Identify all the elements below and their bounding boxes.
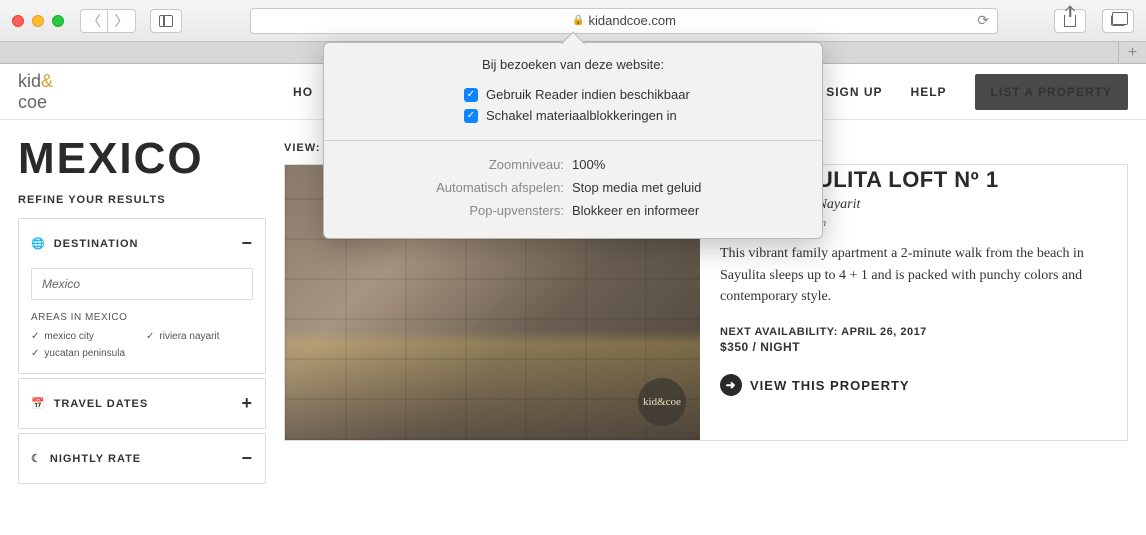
popup-row[interactable]: Pop-upvensters: Blokkeer en informeer <box>324 199 822 222</box>
destination-input[interactable] <box>31 268 253 300</box>
filter-travel-dates-label: TRAVEL DATES <box>54 398 149 410</box>
filter-nightly-rate-label: NIGHTLY RATE <box>50 453 141 465</box>
check-icon: ✓ <box>31 348 39 359</box>
lock-icon: 🔒 <box>572 15 584 26</box>
areas-label: AREAS IN MEXICO <box>31 312 253 323</box>
view-property-label: VIEW THIS PROPERTY <box>750 378 910 393</box>
globe-icon: 🌐 <box>31 237 46 250</box>
collapse-icon: − <box>241 233 253 254</box>
area-yucatan-peninsula[interactable]: ✓ yucatan peninsula <box>31 348 138 359</box>
zoom-label: Zoomniveau: <box>324 157 572 172</box>
reader-checkbox-row[interactable]: ✓ Gebruik Reader indien beschikbaar <box>464 84 822 105</box>
calendar-icon: 📅 <box>31 397 46 410</box>
window-controls <box>12 15 64 27</box>
autoplay-label: Automatisch afspelen: <box>324 180 572 195</box>
area-label: riviera nayarit <box>159 331 219 342</box>
logo-ampersand: & <box>41 71 53 91</box>
share-button[interactable] <box>1054 9 1086 33</box>
list-property-button[interactable]: LIST A PROPERTY <box>975 74 1128 110</box>
filter-destination-label: DESTINATION <box>54 238 139 250</box>
close-window-button[interactable] <box>12 15 24 27</box>
areas-grid: ✓ mexico city ✓ riviera nayarit ✓ yucatan p… <box>31 331 253 359</box>
check-icon: ✓ <box>146 331 154 342</box>
content-blockers-checkbox-label: Schakel materiaalblokkeringen in <box>486 108 677 123</box>
filters-sidebar: MEXICO REFINE YOUR RESULTS 🌐 DESTINATION… <box>18 120 266 488</box>
nav-help[interactable]: HELP <box>911 85 947 99</box>
property-price: $350 / NIGHT <box>720 340 1107 354</box>
property-description: This vibrant family apartment a 2-minute… <box>720 243 1107 308</box>
filter-travel-dates: 📅 TRAVEL DATES + <box>18 378 266 429</box>
logo-part-a: kid <box>18 71 41 91</box>
view-property-link[interactable]: ➜ VIEW THIS PROPERTY <box>720 374 1107 396</box>
forward-button[interactable]: 〉 <box>108 9 136 33</box>
zoom-window-button[interactable] <box>52 15 64 27</box>
content-blockers-checkbox-row[interactable]: ✓ Schakel materiaalblokkeringen in <box>464 105 822 126</box>
website-settings-popover: Bij bezoeken van deze website: ✓ Gebruik… <box>323 42 823 239</box>
minimize-window-button[interactable] <box>32 15 44 27</box>
main-nav: HO <box>293 85 313 99</box>
tabs-icon <box>1111 15 1125 26</box>
checkbox-checked-icon: ✓ <box>464 109 478 123</box>
image-badge: kid&coe <box>638 378 686 426</box>
zoom-value: 100% <box>572 157 605 172</box>
area-label: yucatan peninsula <box>44 348 125 359</box>
sidebar-toggle-button[interactable] <box>150 9 182 33</box>
autoplay-row[interactable]: Automatisch afspelen: Stop media met gel… <box>324 176 822 199</box>
area-mexico-city[interactable]: ✓ mexico city <box>31 331 138 342</box>
right-nav: SIGN UP HELP LIST A PROPERTY <box>826 74 1128 110</box>
popover-checks: ✓ Gebruik Reader indien beschikbaar ✓ Sc… <box>324 84 822 140</box>
share-icon <box>1064 15 1076 27</box>
popover-title: Bij bezoeken van deze website: <box>324 43 822 84</box>
filter-destination-header[interactable]: 🌐 DESTINATION − <box>19 219 265 268</box>
zoom-row[interactable]: Zoomniveau: 100% <box>324 153 822 176</box>
reload-button[interactable]: ⟳ <box>977 12 989 29</box>
popover-settings-grid: Zoomniveau: 100% Automatisch afspelen: S… <box>324 141 822 238</box>
expand-icon: + <box>241 393 253 414</box>
nav-home[interactable]: HO <box>293 85 313 99</box>
check-icon: ✓ <box>31 331 39 342</box>
back-button[interactable]: 〈 <box>80 9 108 33</box>
moon-icon: ☾ <box>31 452 42 465</box>
new-tab-button[interactable]: + <box>1118 42 1146 63</box>
filter-nightly-rate: ☾ NIGHTLY RATE − <box>18 433 266 484</box>
arrow-right-icon: ➜ <box>720 374 742 396</box>
reader-checkbox-label: Gebruik Reader indien beschikbaar <box>486 87 690 102</box>
filter-nightly-rate-header[interactable]: ☾ NIGHTLY RATE − <box>19 434 265 483</box>
show-tabs-button[interactable] <box>1102 9 1134 33</box>
view-label: VIEW: <box>284 142 321 154</box>
filter-destination-body: AREAS IN MEXICO ✓ mexico city ✓ riviera na… <box>19 268 265 373</box>
address-bar[interactable]: 🔒 kidandcoe.com ⟳ <box>250 8 998 34</box>
nav-signup[interactable]: SIGN UP <box>826 85 882 99</box>
popup-label: Pop-upvensters: <box>324 203 572 218</box>
checkbox-checked-icon: ✓ <box>464 88 478 102</box>
area-riviera-nayarit[interactable]: ✓ riviera nayarit <box>146 331 253 342</box>
logo-part-b: coe <box>18 92 47 112</box>
property-availability: NEXT AVAILABILITY: APRIL 26, 2017 <box>720 326 1107 338</box>
collapse-icon: − <box>241 448 253 469</box>
refine-label: REFINE YOUR RESULTS <box>18 194 266 206</box>
filter-destination: 🌐 DESTINATION − AREAS IN MEXICO ✓ mexico … <box>18 218 266 374</box>
site-logo[interactable]: kid&coe <box>18 71 53 113</box>
popup-value: Blokkeer en informeer <box>572 203 699 218</box>
page-title: MEXICO <box>18 134 266 184</box>
filter-travel-dates-header[interactable]: 📅 TRAVEL DATES + <box>19 379 265 428</box>
area-label: mexico city <box>44 331 93 342</box>
url-text: kidandcoe.com <box>589 13 676 28</box>
autoplay-value: Stop media met geluid <box>572 180 701 195</box>
sidebar-icon <box>159 15 173 27</box>
